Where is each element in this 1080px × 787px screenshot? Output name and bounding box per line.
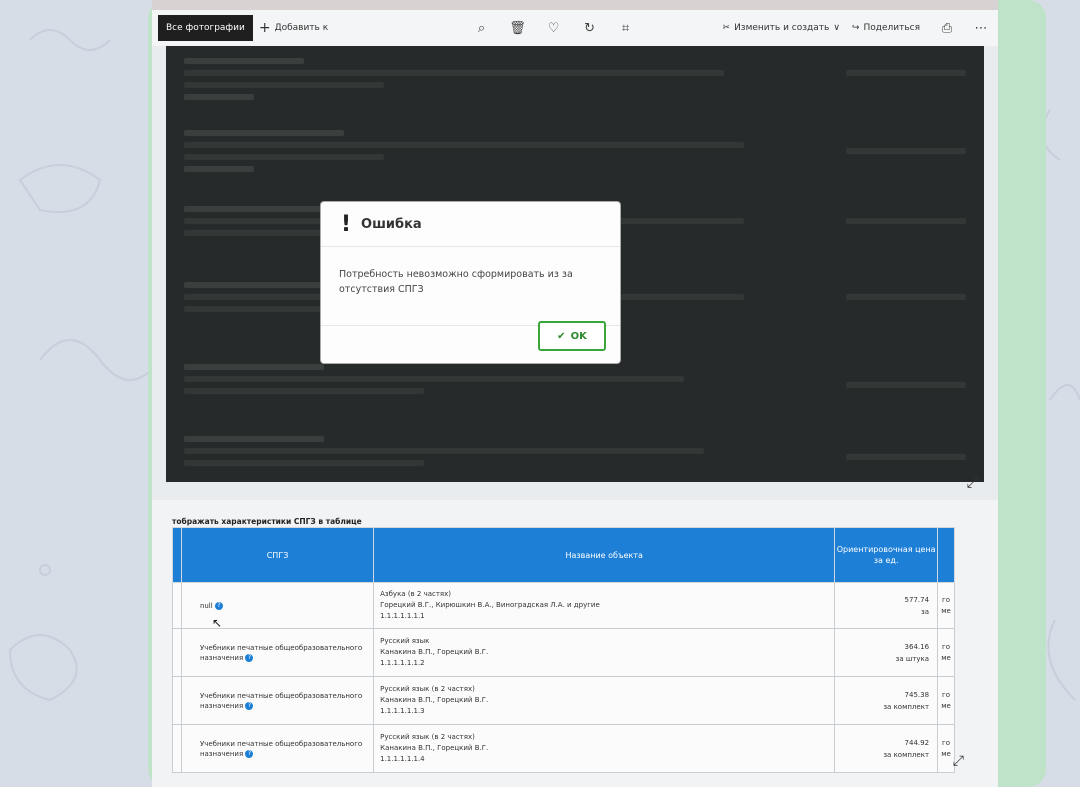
share-icon: ↪ xyxy=(851,23,860,33)
spgz-cell: Учебники печатные общеобразовательного н… xyxy=(180,676,375,725)
unit-cell: го ме xyxy=(937,676,955,725)
crop-icon[interactable]: ⌗ xyxy=(615,17,637,39)
object-name-cell: Русский язык Канакина В.П., Горецкий В.Г… xyxy=(373,628,836,677)
price-unit: за штука xyxy=(895,654,930,663)
table-caption: тображать характеристики СПГЗ в таблице xyxy=(172,517,362,526)
price-value: 364.16 xyxy=(904,642,930,651)
object-code: 1.1.1.1.1.1.4 xyxy=(380,755,425,763)
header-extra xyxy=(937,527,955,583)
exclamation-icon: ! xyxy=(341,211,352,237)
table-header-row: СПГЗ Название объекта Ориентировочная це… xyxy=(172,527,955,583)
price-unit: за xyxy=(921,607,930,616)
header-object-name[interactable]: Название объекта xyxy=(373,527,836,583)
object-title: Азбука (в 2 частях) xyxy=(380,590,452,598)
header-price[interactable]: Ориентировочная цена за ед. xyxy=(834,527,939,583)
row-gutter xyxy=(172,628,182,677)
object-title: Русский язык xyxy=(380,637,430,645)
object-authors: Канакина В.П., Горецкий В.Г. xyxy=(380,648,489,656)
page-content: тображать характеристики СПГЗ в таблице … xyxy=(152,500,998,787)
row-gutter xyxy=(172,582,182,629)
price-cell: 744.92 за комплект xyxy=(834,724,939,773)
object-code: 1.1.1.1.1.1.3 xyxy=(380,707,425,715)
chevron-down-icon: ∨ xyxy=(833,23,840,33)
print-icon[interactable]: ⎙ xyxy=(936,17,958,39)
share-label: Поделиться xyxy=(863,23,920,33)
table-row[interactable]: Учебники печатные общеобразовательного н… xyxy=(172,676,955,725)
edit-create-button[interactable]: ✂ Изменить и создать ∨ xyxy=(717,15,846,41)
unit-cell: го ме xyxy=(937,628,955,677)
price-value: 745.38 xyxy=(904,690,930,699)
spgz-cell: Учебники печатные общеобразовательного н… xyxy=(180,628,375,677)
help-icon[interactable]: ? xyxy=(245,653,254,662)
ok-button[interactable]: ✔ OK xyxy=(538,321,606,351)
object-authors: Канакина В.П., Горецкий В.Г. xyxy=(380,696,489,704)
dialog-message: Потребность невозможно сформировать из з… xyxy=(321,247,620,326)
help-icon[interactable]: ? xyxy=(214,601,223,610)
heart-icon[interactable]: ♡ xyxy=(543,17,565,39)
price-cell: 577.74 за xyxy=(834,582,939,629)
object-code: 1.1.1.1.1.1.1 xyxy=(380,612,425,620)
all-photos-label: Все фотографии xyxy=(166,23,245,33)
mouse-cursor-icon: ↖ xyxy=(212,616,223,630)
expand-icon[interactable]: ⤢ xyxy=(967,475,978,491)
error-dialog: ! Ошибка Потребность невозможно сформиро… xyxy=(321,202,620,363)
price-unit: за комплект xyxy=(883,702,930,711)
table-row[interactable]: null ? Азбука (в 2 частях) Горецкий В.Г.… xyxy=(172,582,955,629)
object-name-cell: Азбука (в 2 частях) Горецкий В.Г., Кирюш… xyxy=(373,582,836,629)
object-title: Русский язык (в 2 частях) xyxy=(380,685,475,693)
object-authors: Горецкий В.Г., Кирюшкин В.А., Виноградск… xyxy=(380,601,600,609)
row-gutter xyxy=(172,724,182,773)
price-unit: за комплект xyxy=(883,750,930,759)
spgz-text: Учебники печатные общеобразовательного н… xyxy=(199,643,363,662)
price-value: 577.74 xyxy=(904,595,930,604)
spgz-text: Учебники печатные общеобразовательного н… xyxy=(199,739,363,758)
share-button[interactable]: ↪ Поделиться xyxy=(846,15,926,41)
ok-label: OK xyxy=(570,330,587,342)
object-name-cell: Русский язык (в 2 частях) Канакина В.П.,… xyxy=(373,724,836,773)
object-authors: Канакина В.П., Горецкий В.Г. xyxy=(380,744,489,752)
spgz-cell: null ? xyxy=(180,582,375,629)
spgz-cell: Учебники печатные общеобразовательного н… xyxy=(180,724,375,773)
price-value: 744.92 xyxy=(904,738,930,747)
add-to-button[interactable]: + Добавить к xyxy=(253,15,334,41)
edit-icon: ✂ xyxy=(722,23,731,33)
price-cell: 745.38 за комплект xyxy=(834,676,939,725)
check-icon: ✔ xyxy=(557,330,566,342)
header-spgz[interactable]: СПГЗ xyxy=(180,527,375,583)
header-gutter xyxy=(172,527,182,583)
spgz-text: Учебники печатные общеобразовательного н… xyxy=(199,691,363,710)
row-gutter xyxy=(172,676,182,725)
rotate-icon[interactable]: ↻ xyxy=(579,17,601,39)
dialog-header: ! Ошибка xyxy=(321,202,620,247)
expand-icon[interactable]: ⤢ xyxy=(953,753,964,769)
price-cell: 364.16 за штука xyxy=(834,628,939,677)
object-title: Русский язык (в 2 частях) xyxy=(380,733,475,741)
help-icon[interactable]: ? xyxy=(245,701,254,710)
trash-icon[interactable]: 🗑 xyxy=(507,17,529,39)
photo-viewer-toolbar: Все фотографии + Добавить к ⌕ 🗑 ♡ ↻ ⌗ ✂ … xyxy=(152,10,998,46)
spgz-text: null xyxy=(199,601,213,610)
title-strip xyxy=(152,0,998,10)
all-photos-button[interactable]: Все фотографии xyxy=(158,15,253,41)
help-icon[interactable]: ? xyxy=(245,749,254,758)
more-icon[interactable]: ⋯ xyxy=(970,17,992,39)
zoom-icon[interactable]: ⌕ xyxy=(471,17,493,39)
plus-icon: + xyxy=(258,20,271,36)
unit-cell: го ме xyxy=(937,582,955,629)
table-row[interactable]: Учебники печатные общеобразовательного н… xyxy=(172,724,955,773)
object-code: 1.1.1.1.1.1.2 xyxy=(380,659,425,667)
edit-create-label: Изменить и создать xyxy=(734,23,830,33)
spgz-table: СПГЗ Название объекта Ориентировочная це… xyxy=(172,527,955,773)
monitor-screen: Все фотографии + Добавить к ⌕ 🗑 ♡ ↻ ⌗ ✂ … xyxy=(152,0,998,787)
table-row[interactable]: Учебники печатные общеобразовательного н… xyxy=(172,628,955,677)
object-name-cell: Русский язык (в 2 частях) Канакина В.П.,… xyxy=(373,676,836,725)
dialog-title: Ошибка xyxy=(361,216,422,232)
add-to-label: Добавить к xyxy=(274,23,329,33)
